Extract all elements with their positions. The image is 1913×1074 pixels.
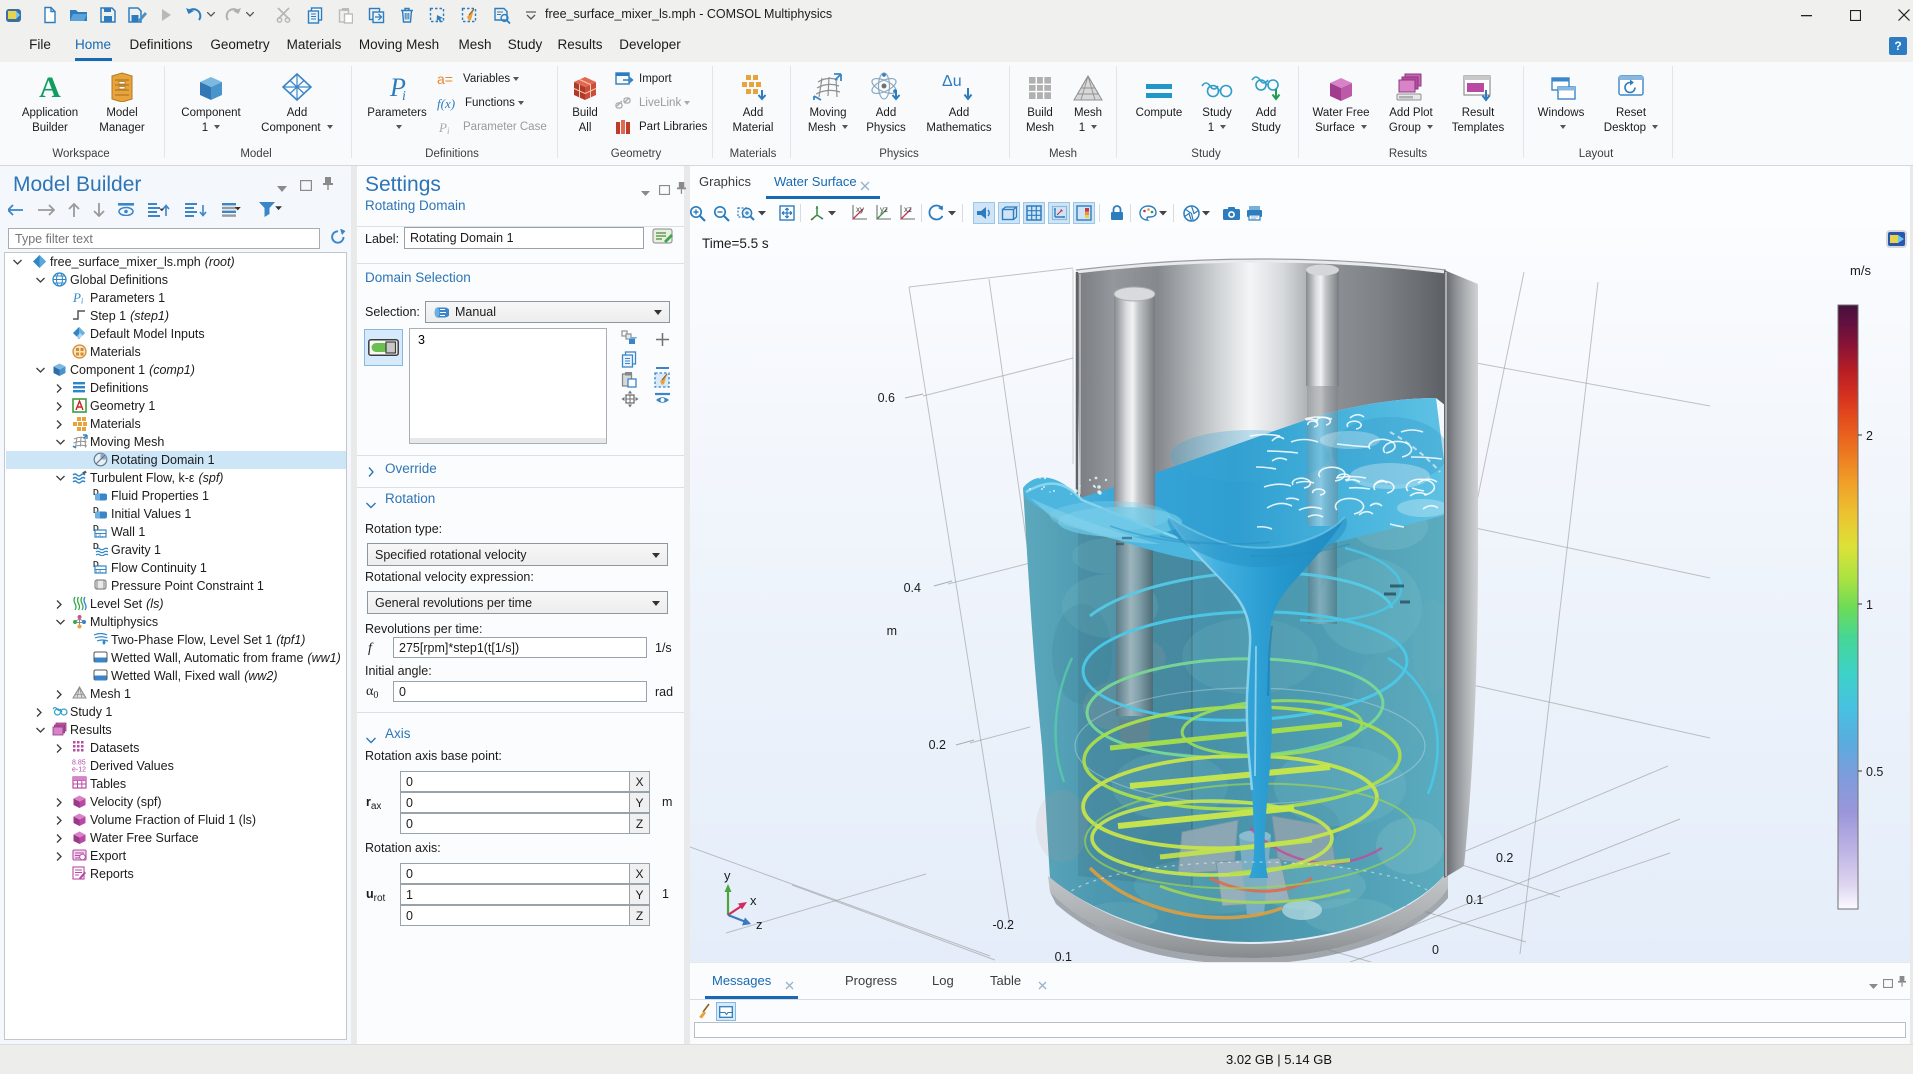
svg-text:i: i [402,89,406,102]
svg-text:z: z [756,917,763,932]
svg-text:Time=5.5 s: Time=5.5 s [702,236,769,251]
svg-text:i: i [447,126,450,135]
svg-text:-0.2: -0.2 [992,918,1014,932]
svg-text:A: A [39,72,61,102]
svg-text:m/s: m/s [1850,263,1871,278]
svg-text:0.5: 0.5 [1866,765,1883,779]
svg-text:i: i [81,297,83,305]
svg-text:y: y [724,868,731,883]
svg-text:8.85: 8.85 [72,760,86,767]
svg-text:xy: xy [856,205,864,214]
svg-text:0.2: 0.2 [929,738,946,752]
svg-text:0.6: 0.6 [878,391,895,405]
svg-text:0: 0 [1432,943,1439,957]
svg-text:2: 2 [1866,429,1873,443]
svg-text:0.4: 0.4 [904,581,921,595]
svg-text:0.2: 0.2 [1496,851,1513,865]
svg-text:a=: a= [437,72,453,87]
svg-text:x: x [750,893,757,908]
svg-text:Δu: Δu [942,73,962,90]
svg-text:0.1: 0.1 [1055,950,1072,962]
svg-text:yz: yz [880,205,888,214]
svg-text:DC: DC [96,533,104,538]
svg-text:e-12: e-12 [72,767,86,773]
svg-text:m: m [887,624,897,638]
svg-text:P: P [438,120,447,135]
svg-text:f(x): f(x) [437,96,455,111]
svg-text:0.1: 0.1 [1466,893,1483,907]
svg-text:P: P [72,290,81,304]
svg-text:DC: DC [96,569,104,574]
svg-text:D: D [93,542,99,551]
svg-text:1: 1 [1866,598,1873,612]
svg-text:xz: xz [904,205,912,214]
